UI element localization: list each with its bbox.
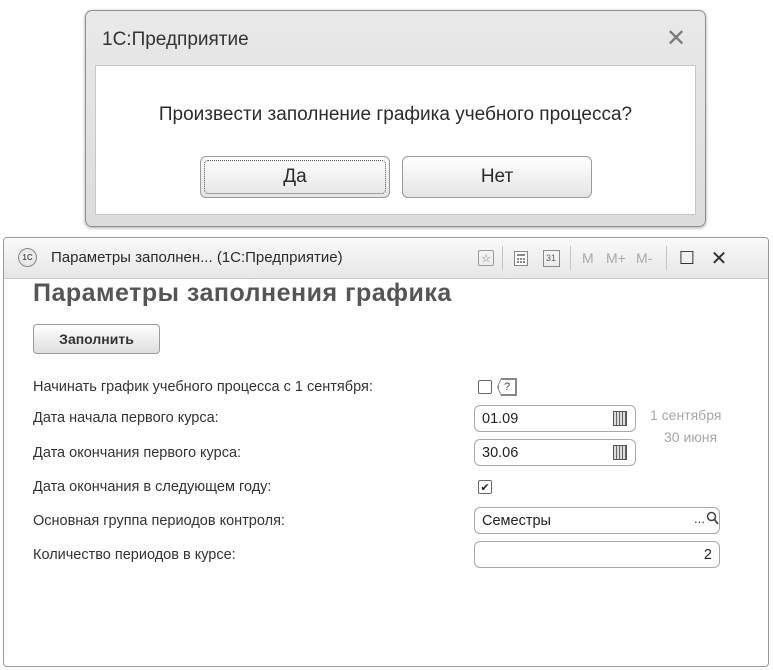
no-button-label: Нет: [480, 166, 514, 187]
window-title: Параметры заполнен... (1С:Предприятие): [51, 249, 343, 266]
form-title: Параметры заполнения графика: [33, 279, 452, 307]
app-logo-icon[interactable]: 1С: [18, 248, 37, 267]
memory-m-button[interactable]: M: [582, 247, 594, 269]
periods-label: Количество периодов в курсе:: [33, 547, 236, 563]
maximize-icon[interactable]: ☐: [676, 247, 698, 269]
calendar-glyph: 31: [542, 249, 560, 267]
memory-minus-button[interactable]: M-: [636, 247, 652, 269]
toolbar-separator: [666, 246, 667, 270]
start-date-value: 01.09: [482, 410, 519, 427]
close-icon[interactable]: ✕: [663, 25, 689, 52]
favorite-glyph: ☆: [478, 250, 494, 266]
dialog-title: 1С:Предприятие: [102, 29, 249, 50]
end-date-label: Дата окончания первого курса:: [33, 445, 242, 461]
end-date-hint: 30 июня: [664, 429, 718, 445]
end-date-field[interactable]: 30.06: [474, 439, 636, 466]
confirm-dialog: 1С:Предприятие ✕ Произвести заполнение г…: [85, 10, 706, 227]
help-icon[interactable]: ?: [498, 379, 516, 395]
no-button[interactable]: Нет: [402, 156, 592, 198]
periods-value: 2: [703, 546, 712, 563]
end-next-year-checkbox[interactable]: ✔: [478, 480, 492, 494]
end-next-year-label: Дата окончания в следующем году:: [33, 479, 272, 495]
parameters-window: 1С Параметры заполнен... (1С:Предприятие…: [3, 237, 769, 667]
calendar-picker-icon[interactable]: [613, 411, 627, 426]
memory-plus-button[interactable]: M+: [606, 247, 626, 269]
search-glyph: [706, 511, 719, 525]
control-group-label: Основная группа периодов контроля:: [33, 513, 285, 529]
select-button[interactable]: ...: [694, 511, 705, 526]
calendar-icon[interactable]: 31: [542, 247, 560, 269]
focus-ring: [204, 160, 386, 194]
fill-button[interactable]: Заполнить: [33, 324, 160, 354]
calculator-glyph: [514, 250, 528, 266]
control-group-value: Семестры: [482, 512, 551, 529]
check-icon: ✔: [480, 481, 490, 494]
window-titlebar: 1С Параметры заполнен... (1С:Предприятие…: [4, 238, 768, 279]
toolbar-separator: [502, 246, 503, 270]
dialog-body: Произвести заполнение графика учебного п…: [95, 65, 696, 215]
control-group-field[interactable]: Семестры: [474, 507, 720, 534]
start-date-field[interactable]: 01.09: [474, 405, 636, 432]
start-date-label: Дата начала первого курса:: [33, 410, 219, 426]
toolbar-separator: [570, 246, 571, 270]
favorite-star-icon[interactable]: ☆: [477, 247, 495, 269]
end-date-value: 30.06: [482, 444, 519, 461]
start-date-hint: 1 сентября: [650, 407, 722, 423]
dialog-question: Произвести заполнение графика учебного п…: [158, 104, 633, 125]
calendar-picker-icon[interactable]: [613, 445, 627, 460]
calculator-icon[interactable]: [512, 247, 530, 269]
window-body: Параметры заполнения графика Заполнить Н…: [4, 279, 768, 666]
start-sept-label: Начинать график учебного процесса с 1 се…: [33, 379, 373, 395]
periods-field[interactable]: 2: [474, 541, 720, 568]
close-icon[interactable]: ✕: [708, 247, 730, 270]
search-icon[interactable]: [706, 511, 720, 529]
yes-button[interactable]: Да: [200, 156, 390, 198]
start-sept-checkbox[interactable]: [478, 380, 492, 394]
